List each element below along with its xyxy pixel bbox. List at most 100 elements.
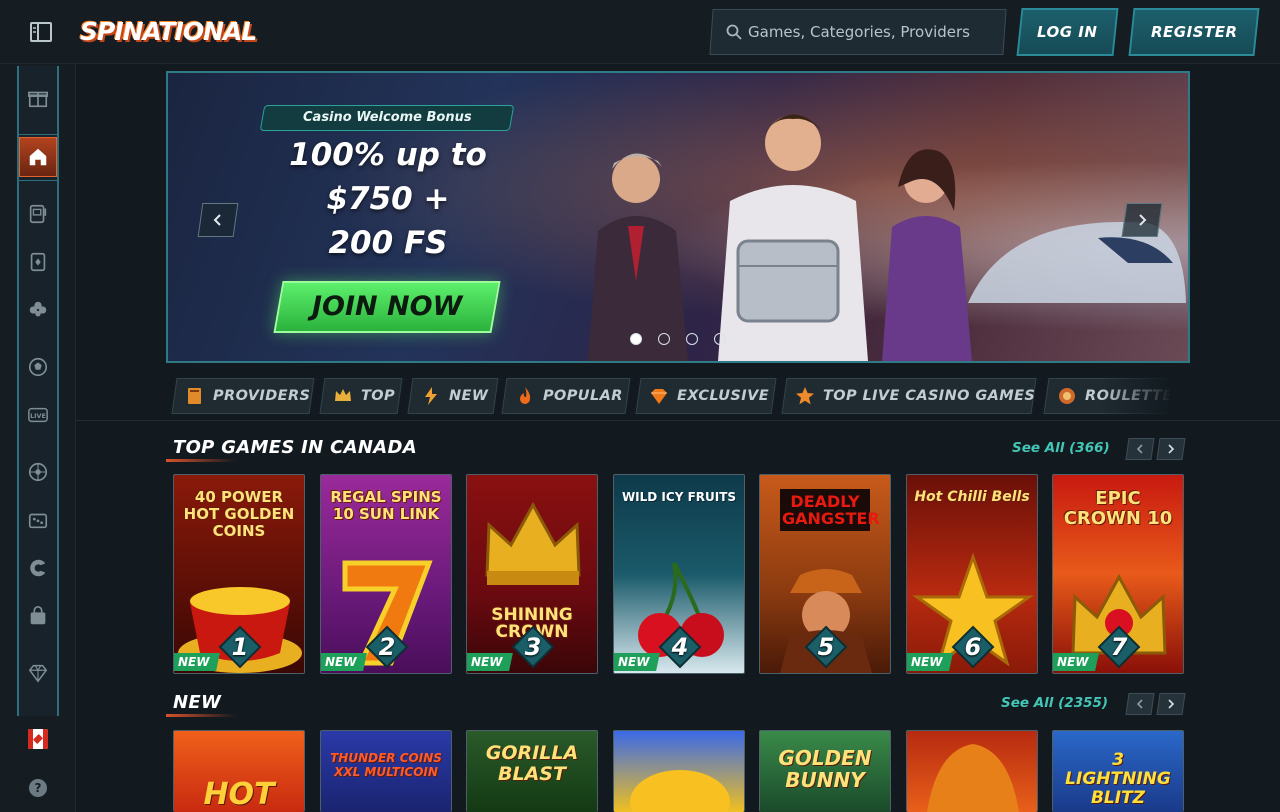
game-card[interactable]: REGAL SPINS 10 SUN LINK NEW 2 — [320, 474, 452, 674]
game-card[interactable]: 3 LIGHTNING BLITZ — [1052, 730, 1184, 812]
login-button[interactable]: LOG IN — [1016, 8, 1119, 56]
category-top[interactable]: TOP — [319, 378, 403, 414]
game-card[interactable] — [613, 730, 745, 812]
sidebar: LIVE ? — [0, 64, 76, 812]
game-title: 40 POWER HOT GOLDEN COINS — [183, 488, 295, 540]
carousel-dot[interactable] — [630, 333, 642, 345]
category-bar: PROVIDERS TOP NEW POPULAR EXCLUSIVE TOP … — [170, 378, 1170, 414]
join-now-button[interactable]: JOIN NOW — [273, 281, 501, 333]
game-card[interactable]: GORILLA BLAST — [466, 730, 598, 812]
game-card[interactable]: DEADLY GANGSTER 5 — [759, 474, 891, 674]
slot-machine-icon[interactable] — [19, 194, 57, 234]
title-underline — [166, 714, 236, 717]
carousel-dot[interactable] — [686, 333, 698, 345]
register-button[interactable]: REGISTER — [1128, 8, 1260, 56]
help-icon[interactable]: ? — [29, 779, 47, 797]
category-providers[interactable]: PROVIDERS — [171, 378, 315, 414]
bonus-label-text: Casino Welcome Bonus — [302, 110, 472, 125]
login-label: LOG IN — [1037, 23, 1098, 41]
new-games-see-all-link[interactable]: See All (2355) — [1001, 695, 1108, 711]
game-title: DEADLY GANGSTER — [780, 489, 880, 531]
clover-icon[interactable] — [19, 290, 57, 330]
flame-icon — [520, 387, 531, 404]
gift-icon[interactable] — [19, 78, 57, 118]
top-games-see-all-link[interactable]: See All (366) — [1012, 440, 1110, 456]
banner-next-button[interactable] — [1121, 203, 1163, 237]
category-label: PROVIDERS — [213, 388, 311, 404]
live-icon[interactable]: LIVE — [19, 395, 57, 435]
sidebar-toggle-icon[interactable] — [29, 20, 53, 44]
game-title: HOT — [203, 777, 275, 812]
new-games-title: NEW — [173, 692, 222, 713]
new-games-next-button[interactable] — [1156, 693, 1186, 715]
category-popular[interactable]: POPULAR — [501, 378, 631, 414]
chevron-right-icon — [1139, 214, 1147, 226]
game-title: REGAL SPINS 10 SUN LINK — [330, 488, 442, 523]
offer-line-3: 200 FS — [328, 225, 448, 261]
dragon-illustration — [927, 744, 1019, 812]
search-box[interactable] — [709, 9, 1007, 55]
roulette-icon[interactable] — [19, 452, 57, 492]
category-fade — [1100, 378, 1180, 414]
offer-line-2: $750 + — [326, 181, 450, 217]
game-card[interactable]: 40 POWER HOT GOLDEN COINS NEW 1 — [173, 474, 305, 674]
carousel-dot[interactable] — [714, 333, 726, 345]
game-card[interactable]: EPIC CROWN 10 NEW 7 — [1052, 474, 1184, 674]
offer-line-1: 100% up to — [289, 137, 487, 173]
search-input[interactable] — [748, 18, 998, 46]
top-games-next-button[interactable] — [1156, 438, 1186, 460]
category-exclusive[interactable]: EXCLUSIVE — [635, 378, 777, 414]
game-card[interactable]: GOLDEN BUNNY — [759, 730, 891, 812]
new-badge: NEW — [907, 653, 953, 671]
top-header: SPINATIONAL LOG IN REGISTER — [0, 0, 1280, 64]
top-games-prev-button[interactable] — [1125, 438, 1155, 460]
rank-number: 6 — [964, 633, 982, 661]
promo-banner[interactable]: Casino Welcome Bonus 100% up to $750 + 2… — [166, 71, 1190, 363]
carousel-dots — [630, 333, 726, 345]
canada-flag-icon[interactable] — [28, 729, 48, 749]
game-card[interactable] — [906, 730, 1038, 812]
rank-badge: 1 — [218, 625, 262, 669]
category-top-live-casino-games[interactable]: TOP LIVE CASINO GAMES — [781, 378, 1037, 414]
game-title: EPIC CROWN 10 — [1063, 488, 1173, 529]
new-badge: NEW — [467, 653, 513, 671]
sidebar-divider — [19, 134, 57, 135]
game-card[interactable]: Hot Chilli Bells NEW 6 — [906, 474, 1038, 674]
game-title: WILD ICY FRUITS — [621, 490, 737, 504]
card-icon[interactable] — [19, 242, 57, 282]
diamond-icon[interactable] — [19, 653, 57, 693]
new-games-prev-button[interactable] — [1125, 693, 1155, 715]
game-title: GOLDEN BUNNY — [778, 746, 872, 792]
rank-number: 3 — [524, 633, 542, 661]
new-badge: NEW — [1053, 653, 1099, 671]
bonus-label: Casino Welcome Bonus — [259, 105, 515, 131]
piggy-illustration — [630, 770, 730, 812]
game-card[interactable]: SHINING CROWN NEW 3 — [466, 474, 598, 674]
rank-badge: 7 — [1097, 625, 1141, 669]
chevron-left-icon — [1136, 699, 1143, 709]
game-card[interactable]: HOT — [173, 730, 305, 812]
site-logo[interactable]: SPINATIONAL — [80, 14, 257, 50]
rank-number: 4 — [671, 633, 689, 661]
rank-badge: 5 — [804, 625, 848, 669]
game-card[interactable]: WILD ICY FRUITS NEW 4 — [613, 474, 745, 674]
hero-man-center-illustration — [718, 114, 868, 361]
search-icon — [726, 24, 742, 40]
crown-icon — [335, 389, 351, 401]
game-title: GORILLA BLAST — [485, 742, 579, 785]
shop-bag-icon[interactable] — [19, 596, 57, 636]
sports-ball-icon[interactable] — [19, 347, 57, 387]
dice-icon[interactable] — [19, 500, 57, 540]
lightning-icon — [425, 387, 437, 405]
category-label: EXCLUSIVE — [677, 388, 769, 404]
carousel-dot[interactable] — [658, 333, 670, 345]
home-icon[interactable] — [19, 137, 57, 177]
gem-icon — [651, 389, 667, 404]
rank-number: 2 — [378, 633, 396, 661]
game-card[interactable]: THUNDER COINS XXL MULTICOIN — [320, 730, 452, 812]
crash-icon[interactable] — [19, 548, 57, 588]
category-new[interactable]: NEW — [407, 378, 499, 414]
register-label: REGISTER — [1150, 23, 1238, 41]
banner-prev-button[interactable] — [197, 203, 239, 237]
game-title: Hot Chilli Bells — [914, 489, 1030, 505]
